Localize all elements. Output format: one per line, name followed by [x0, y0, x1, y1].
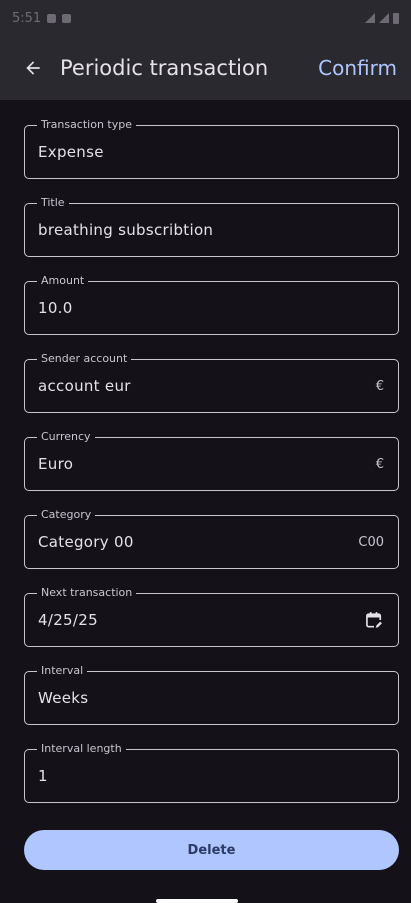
field-value: Expense: [38, 143, 104, 161]
field-value: Euro: [38, 455, 74, 473]
status-bar: 5:51: [0, 0, 411, 36]
field-label: Transaction type: [37, 118, 136, 132]
status-time: 5:51: [12, 10, 42, 26]
field-value: 1: [38, 767, 48, 785]
field-value: Category 00: [38, 533, 134, 551]
amount-field[interactable]: Amount 10.0: [24, 274, 399, 335]
currency-field[interactable]: Currency Euro €: [24, 430, 399, 491]
back-button[interactable]: [16, 51, 50, 85]
category-field[interactable]: Category Category 00 C00: [24, 508, 399, 569]
confirm-button[interactable]: Confirm: [318, 56, 397, 80]
field-label: Sender account: [37, 352, 132, 366]
app-bar: Periodic transaction Confirm: [0, 36, 411, 100]
field-label: Currency: [37, 430, 95, 444]
calendar-edit-icon[interactable]: [364, 610, 384, 630]
next-transaction-field[interactable]: Next transaction 4/25/25: [24, 586, 399, 647]
field-value: account eur: [38, 377, 131, 395]
interval-length-field[interactable]: Interval length 1: [24, 742, 399, 803]
sender-account-field[interactable]: Sender account account eur €: [24, 352, 399, 413]
field-label: Interval length: [37, 742, 126, 756]
currency-symbol: €: [375, 456, 384, 472]
interval-field[interactable]: Interval Weeks: [24, 664, 399, 725]
signal-icon: [379, 13, 389, 23]
field-label: Interval: [37, 664, 88, 678]
notification-icon: [62, 13, 72, 23]
field-value: Weeks: [38, 689, 89, 707]
status-left: 5:51: [12, 10, 72, 26]
arrow-back-icon: [26, 61, 40, 75]
field-label: Category: [37, 508, 96, 522]
battery-icon: [393, 12, 399, 24]
field-label: Next transaction: [37, 586, 137, 600]
transaction-form: Transaction type Expense Title breathing…: [24, 118, 399, 827]
wifi-icon: [365, 13, 375, 23]
page-title: Periodic transaction: [60, 56, 269, 80]
settings-icon: [47, 13, 57, 23]
currency-symbol: €: [375, 378, 384, 394]
status-right: [365, 12, 399, 24]
category-code: C00: [358, 534, 384, 550]
field-value: breathing subscribtion: [38, 221, 214, 239]
field-label: Title: [37, 196, 69, 210]
delete-button[interactable]: Delete: [24, 830, 399, 870]
home-indicator[interactable]: [156, 899, 238, 903]
field-value: 10.0: [38, 299, 73, 317]
transaction-type-field[interactable]: Transaction type Expense: [24, 118, 399, 179]
field-value: 4/25/25: [38, 611, 98, 629]
title-field[interactable]: Title breathing subscribtion: [24, 196, 399, 257]
field-label: Amount: [37, 274, 89, 288]
